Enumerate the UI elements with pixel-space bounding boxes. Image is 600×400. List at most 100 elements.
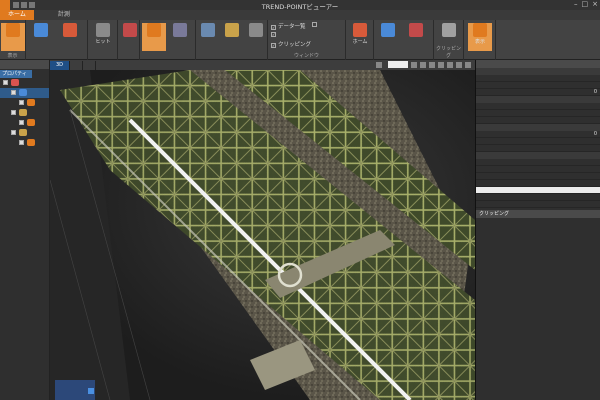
- property-group-title[interactable]: [476, 68, 600, 75]
- tab-5[interactable]: [94, 10, 110, 20]
- tool-icon[interactable]: [465, 61, 471, 68]
- tool-icon[interactable]: [420, 61, 426, 68]
- property-tab[interactable]: プロパティ: [0, 70, 32, 78]
- property-row[interactable]: 0: [476, 89, 600, 96]
- property-row[interactable]: [476, 145, 600, 152]
- ribbon-button-3[interactable]: [58, 23, 82, 38]
- ribbon-icon: [225, 23, 239, 37]
- tab-2[interactable]: [70, 60, 84, 70]
- ribbon-group-2: [26, 20, 88, 60]
- property-value: [536, 82, 600, 88]
- tool-icon[interactable]: [438, 61, 444, 68]
- tab-2[interactable]: [34, 10, 50, 20]
- property-row[interactable]: [476, 110, 600, 117]
- tab-3[interactable]: [83, 60, 97, 70]
- property-row[interactable]: [476, 82, 600, 89]
- save-icon[interactable]: [13, 2, 19, 8]
- property-value: [536, 138, 600, 144]
- home-view-button[interactable]: ホーム: [348, 23, 372, 45]
- visibility-checkbox[interactable]: [19, 100, 24, 105]
- property-value: 0: [593, 89, 597, 95]
- tree-row[interactable]: [0, 88, 49, 98]
- tab-3d[interactable]: 3D: [50, 60, 71, 70]
- undo-icon[interactable]: [21, 2, 27, 8]
- ribbon-button-7[interactable]: [168, 23, 192, 38]
- check-clipping[interactable]: ✓ クリッピング: [271, 40, 311, 48]
- property-row[interactable]: [476, 103, 600, 110]
- tab-4[interactable]: [78, 10, 94, 20]
- property-value: [536, 75, 600, 81]
- apply-button[interactable]: [476, 218, 600, 226]
- tree-row[interactable]: [0, 138, 49, 148]
- tree-row[interactable]: [0, 78, 49, 88]
- data-type-icon: [27, 119, 35, 126]
- tab-measure[interactable]: 計測: [50, 10, 78, 20]
- ribbon-group-1: 表示: [0, 20, 26, 60]
- property-value: [536, 145, 600, 151]
- check-item-3[interactable]: ✓: [271, 31, 278, 37]
- display-button[interactable]: 表示: [468, 23, 492, 51]
- property-value: [536, 194, 600, 200]
- visibility-checkbox[interactable]: [11, 90, 16, 95]
- maximize-button[interactable]: □: [582, 0, 589, 8]
- ribbon-button-8[interactable]: [196, 23, 220, 38]
- check-item-2[interactable]: [312, 22, 319, 28]
- tool-icon[interactable]: [429, 61, 435, 68]
- title-bar: TREND-POINTビューアー – □ ×: [0, 0, 600, 11]
- ribbon-button-13[interactable]: [404, 23, 428, 38]
- app-logo-icon[interactable]: [0, 0, 10, 10]
- property-row[interactable]: [476, 166, 600, 173]
- tool-icon[interactable]: [447, 61, 453, 68]
- tree-row[interactable]: [0, 108, 49, 118]
- property-row[interactable]: [476, 138, 600, 145]
- property-key: [476, 173, 536, 179]
- tool-icon[interactable]: [376, 61, 382, 68]
- visibility-checkbox[interactable]: [19, 120, 24, 125]
- data-type-icon: [27, 139, 35, 146]
- data-list-panel: プロパティ: [0, 60, 50, 400]
- ribbon-icon: [442, 23, 456, 37]
- tree-row[interactable]: [0, 118, 49, 128]
- check-data-list[interactable]: ✓ データ一覧: [271, 22, 306, 30]
- ribbon-button-5[interactable]: [118, 23, 142, 38]
- tool-icon[interactable]: [456, 61, 462, 68]
- tree-row[interactable]: [0, 128, 49, 138]
- property-group-title[interactable]: [476, 96, 600, 103]
- tab-home[interactable]: ホーム: [0, 10, 34, 20]
- property-row[interactable]: [476, 201, 600, 208]
- tool-icon[interactable]: [411, 61, 417, 68]
- property-row[interactable]: [476, 180, 600, 187]
- value-field[interactable]: [388, 61, 408, 68]
- ribbon-button-1[interactable]: [1, 23, 25, 51]
- ribbon-button-9[interactable]: [220, 23, 244, 38]
- property-row[interactable]: [476, 75, 600, 82]
- checkbox-icon: ✓: [271, 43, 276, 48]
- tree-row[interactable]: [0, 98, 49, 108]
- tab-7[interactable]: [126, 10, 142, 20]
- ribbon-button-2[interactable]: [29, 23, 53, 38]
- property-group-title[interactable]: [476, 124, 600, 131]
- ribbon-button-14[interactable]: [437, 23, 461, 38]
- property-row[interactable]: 0: [476, 131, 600, 138]
- tab-6[interactable]: [110, 10, 126, 20]
- close-button[interactable]: ×: [592, 0, 598, 8]
- property-row[interactable]: [476, 117, 600, 124]
- ribbon-button-12[interactable]: [376, 23, 400, 38]
- visibility-checkbox[interactable]: [11, 110, 16, 115]
- minimize-button[interactable]: –: [574, 0, 578, 8]
- visibility-checkbox[interactable]: [11, 130, 16, 135]
- ribbon-button-4[interactable]: ヒット: [91, 23, 115, 45]
- ribbon-group-label: ウィンドウ: [293, 53, 319, 59]
- property-row[interactable]: [476, 194, 600, 201]
- property-group-title[interactable]: [476, 152, 600, 159]
- property-row[interactable]: [476, 159, 600, 166]
- ribbon-button-10[interactable]: [244, 23, 268, 38]
- property-row[interactable]: [476, 173, 600, 180]
- point-cloud-canvas[interactable]: [50, 70, 475, 400]
- visibility-checkbox[interactable]: [19, 140, 24, 145]
- property-row[interactable]: [476, 187, 600, 194]
- property-key: [476, 75, 536, 81]
- visibility-checkbox[interactable]: [3, 80, 8, 85]
- dropdown-icon[interactable]: [29, 2, 35, 8]
- ribbon-button-6[interactable]: [142, 23, 166, 51]
